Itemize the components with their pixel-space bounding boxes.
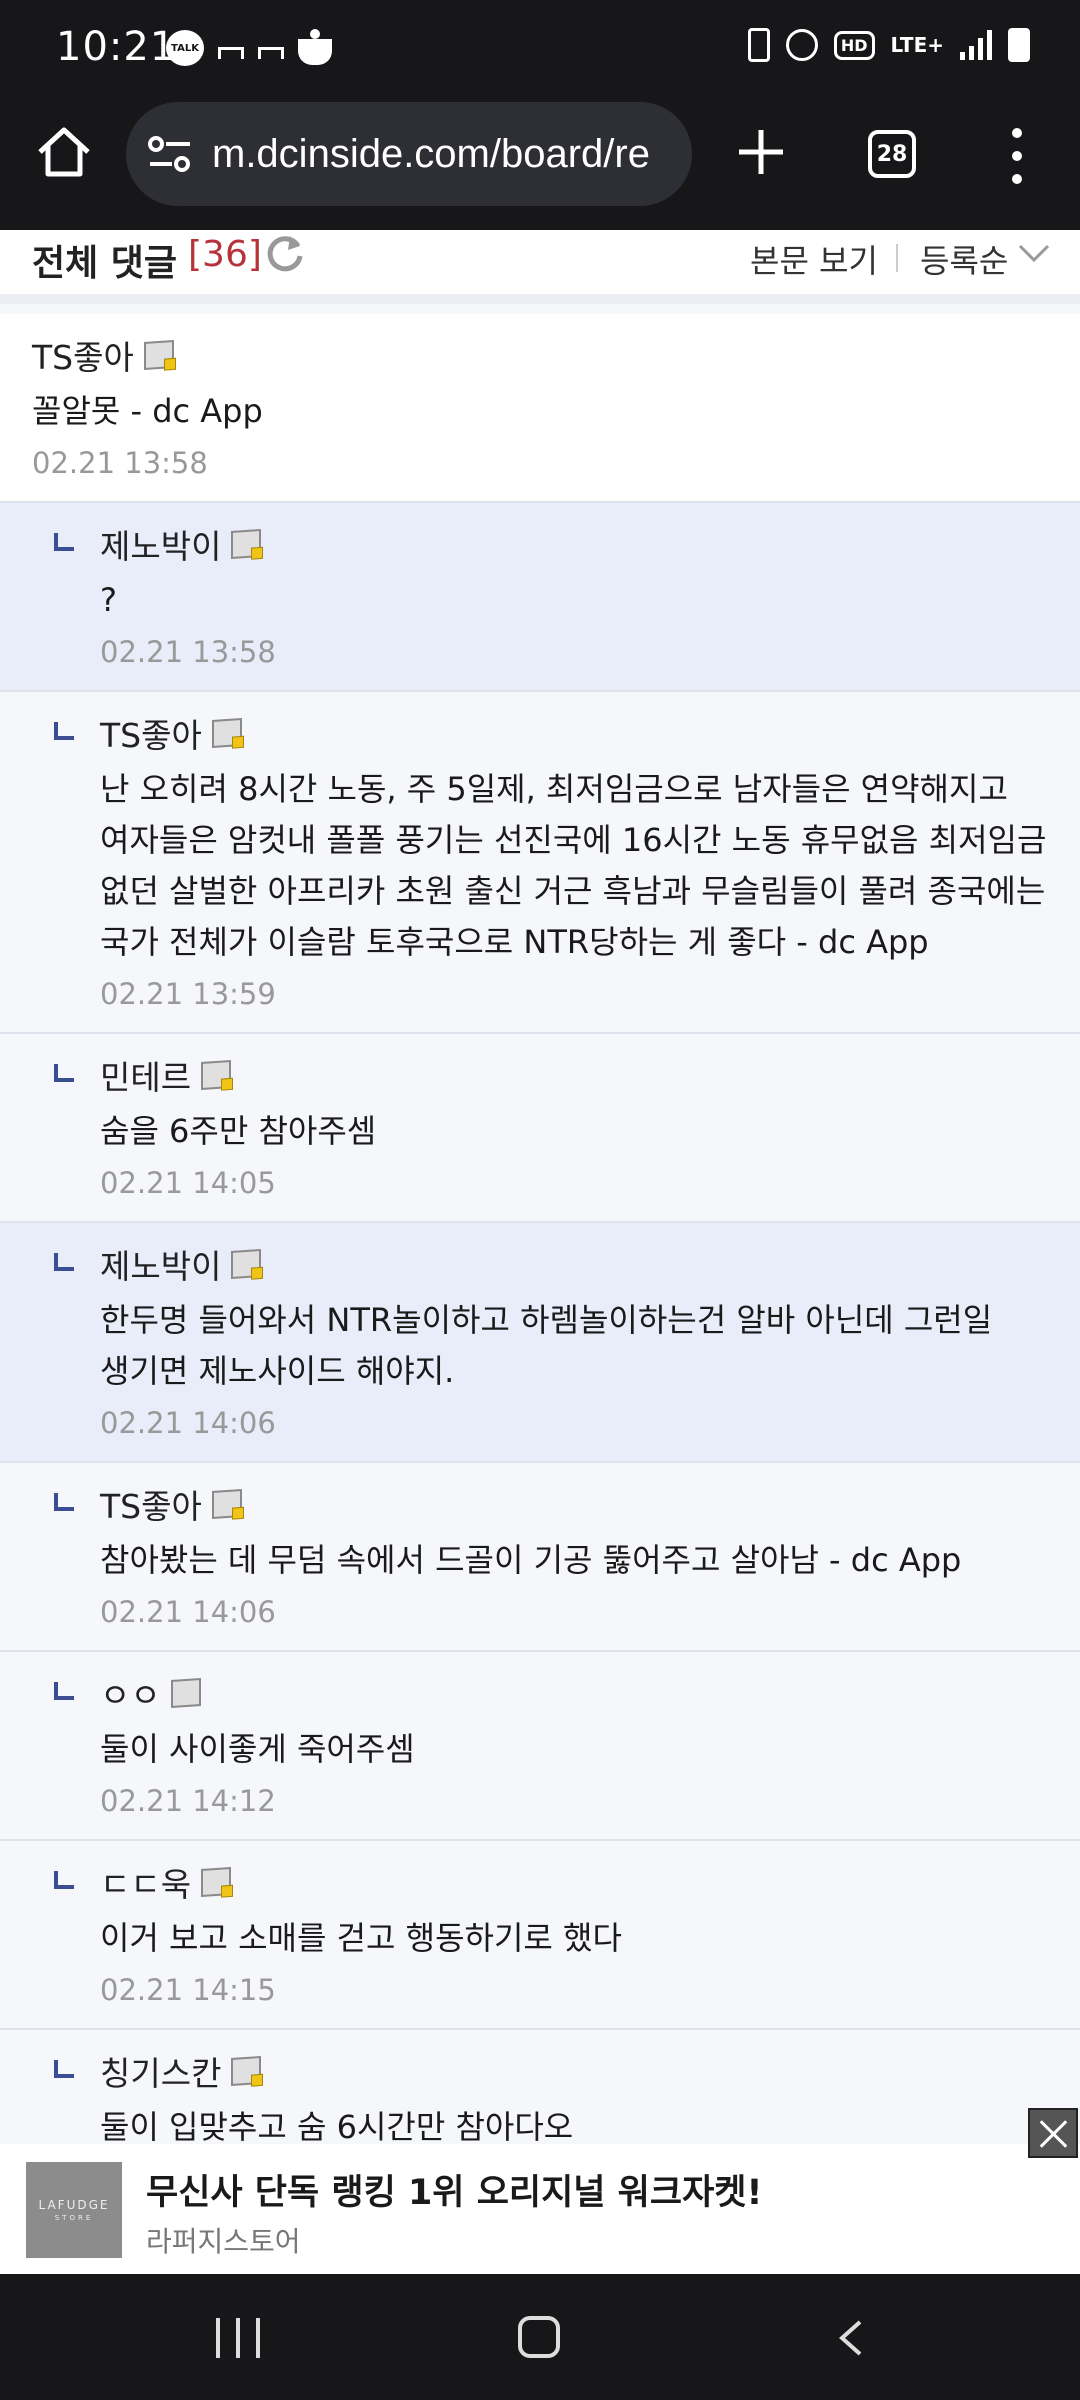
home-icon[interactable] xyxy=(34,122,94,182)
reply-item: 제노박이 ? 02.21 13:58 xyxy=(0,503,1080,692)
coffee-icon xyxy=(298,29,332,65)
comment-text: 난 오히려 8시간 노동, 주 5일제, 최저임금으로 남자들은 연약해지고 여… xyxy=(100,770,1057,961)
reply-arrow-icon xyxy=(54,722,74,740)
reply-item: 제노박이 한두명 들어와서 NTR놀이하고 하렘놀이하는건 알바 아닌데 그런일… xyxy=(0,1223,1080,1463)
gallery-member-icon xyxy=(231,1248,262,1280)
reply-arrow-icon xyxy=(54,1064,74,1082)
gallery-member-icon xyxy=(201,1059,232,1091)
ad-close-icon[interactable] xyxy=(1028,2108,1078,2158)
view-post-button[interactable]: 본문 보기 xyxy=(750,236,878,282)
url-text: m.dcinside.com/board/re xyxy=(212,131,650,176)
comment-text: ? xyxy=(100,581,117,619)
chevron-down-icon[interactable] xyxy=(1016,236,1052,272)
gallery-member-icon xyxy=(143,339,174,371)
gallery-member-icon xyxy=(231,2055,262,2087)
comment-nickname[interactable]: 민테르 xyxy=(100,1051,191,1099)
comment-nickname[interactable]: 제노박이 xyxy=(100,520,221,568)
more-menu-icon[interactable] xyxy=(1004,128,1030,184)
reply-arrow-icon xyxy=(54,1682,74,1700)
comment-nickname[interactable]: 칭기스칸 xyxy=(100,2047,221,2095)
home-button-icon[interactable] xyxy=(518,2316,560,2358)
comment-nickname[interactable]: 제노박이 xyxy=(100,1240,221,1288)
comment-nickname[interactable]: ㅇㅇ xyxy=(100,1669,161,1717)
status-time: 10:21 xyxy=(56,24,177,70)
ad-logo: LAFUDGE STORE xyxy=(26,2162,122,2258)
comment-date: 02.21 14:06 xyxy=(100,1406,276,1440)
reply-arrow-icon xyxy=(54,1253,74,1271)
back-icon[interactable] xyxy=(832,2318,872,2358)
reply-arrow-icon xyxy=(54,1493,74,1511)
comment-date: 02.21 14:12 xyxy=(100,1784,276,1818)
gallery-member-icon xyxy=(201,1866,232,1898)
signal-icon xyxy=(960,30,992,60)
comment-nickname[interactable]: TS좋아 xyxy=(100,1480,202,1528)
comment-date: 02.21 14:06 xyxy=(100,1595,276,1629)
ad-logo-sub: STORE xyxy=(54,2214,94,2222)
hd-voice-icon: HD xyxy=(833,30,875,60)
comments-title: 전체 댓글 xyxy=(32,243,178,284)
reply-arrow-icon xyxy=(54,1871,74,1889)
address-bar[interactable]: m.dcinside.com/board/re xyxy=(126,102,692,206)
comment-date: 02.21 14:05 xyxy=(100,1166,276,1200)
comments-count: [36] xyxy=(188,234,262,275)
kakaotalk-icon: TALK xyxy=(166,30,204,66)
network-type-icon: LTE+ xyxy=(890,33,945,57)
browser-toolbar: m.dcinside.com/board/re 28 xyxy=(0,100,1080,230)
comment-nickname[interactable]: TS좋아 xyxy=(32,331,134,379)
site-settings-icon[interactable] xyxy=(146,134,194,174)
comment-date: 02.21 13:58 xyxy=(100,635,276,669)
notification-icons: TALK xyxy=(166,29,332,66)
comment-date: 02.21 13:58 xyxy=(32,446,208,480)
notification-icon xyxy=(258,47,284,59)
refresh-icon[interactable] xyxy=(264,232,306,274)
reply-item: ㄷㄷ욱 이거 보고 소매를 걷고 행동하기로 했다 02.21 14:15 xyxy=(0,1841,1080,2030)
comment-text: 꼴알못 - dc App xyxy=(32,392,263,430)
gallery-member-icon xyxy=(231,528,262,560)
comment-text: 둘이 사이좋게 죽어주셈 xyxy=(100,1730,415,1768)
sort-dropdown[interactable]: 등록순 xyxy=(920,236,1008,282)
ad-store-name: 라퍼지스토어 xyxy=(146,2225,301,2258)
gallery-visitor-icon xyxy=(170,1677,201,1709)
comment-text: 이거 보고 소매를 걷고 행동하기로 했다 xyxy=(100,1919,622,1957)
comment-text: 참아봤는 데 무덤 속에서 드골이 기공 뚫어주고 살아남 - dc App xyxy=(100,1541,962,1579)
comment-text: 숨을 6주만 참아주셈 xyxy=(100,1112,377,1150)
comment-date: 02.21 14:15 xyxy=(100,1973,276,2007)
comments-header: 전체 댓글 [36] 본문 보기 등록순 xyxy=(0,230,1080,304)
comment-list: TS좋아 꼴알못 - dc App 02.21 13:58 제노박이 ? 02.… xyxy=(0,314,1080,2171)
reply-item: 민테르 숨을 6주만 참아주셈 02.21 14:05 xyxy=(0,1034,1080,1223)
reply-arrow-icon xyxy=(54,533,74,551)
comment-nickname[interactable]: ㄷㄷ욱 xyxy=(100,1858,191,1906)
reply-item: ㅇㅇ 둘이 사이좋게 죽어주셈 02.21 14:12 xyxy=(0,1652,1080,1841)
system-icons: HD LTE+ xyxy=(747,28,1030,62)
alarm-icon xyxy=(785,29,818,61)
ad-logo-text: LAFUDGE xyxy=(38,2198,110,2212)
reply-item: TS좋아 참아봤는 데 무덤 속에서 드골이 기공 뚫어주고 살아남 - dc … xyxy=(0,1463,1080,1652)
ad-title[interactable]: 무신사 단독 랭킹 1위 오리지널 워크자켓! xyxy=(146,2164,762,2215)
notification-icon xyxy=(218,47,244,59)
comment-date: 02.21 13:59 xyxy=(100,977,276,1011)
system-nav-bar xyxy=(0,2274,1080,2400)
gallery-member-icon xyxy=(211,1488,242,1520)
gallery-member-icon xyxy=(211,717,242,749)
divider xyxy=(896,244,898,272)
new-tab-icon[interactable] xyxy=(736,122,786,182)
reply-arrow-icon xyxy=(54,2060,74,2078)
ad-banner[interactable]: LAFUDGE STORE 무신사 단독 랭킹 1위 오리지널 워크자켓! 라퍼… xyxy=(0,2108,1080,2274)
status-bar: 10:21 TALK HD LTE+ xyxy=(0,0,1080,100)
tab-switcher-button[interactable]: 28 xyxy=(868,130,916,178)
comment-nickname[interactable]: TS좋아 xyxy=(100,709,202,757)
comment-text: 한두명 들어와서 NTR놀이하고 하렘놀이하는건 알바 아닌데 그런일 생기면 … xyxy=(100,1301,1003,1390)
battery-icon xyxy=(1008,28,1030,62)
battery-saver-icon xyxy=(747,28,770,62)
reply-item: TS좋아 난 오히려 8시간 노동, 주 5일제, 최저임금으로 남자들은 연약… xyxy=(0,692,1080,1034)
comment-item: TS좋아 꼴알못 - dc App 02.21 13:58 xyxy=(0,314,1080,503)
recent-apps-icon[interactable] xyxy=(216,2318,260,2358)
